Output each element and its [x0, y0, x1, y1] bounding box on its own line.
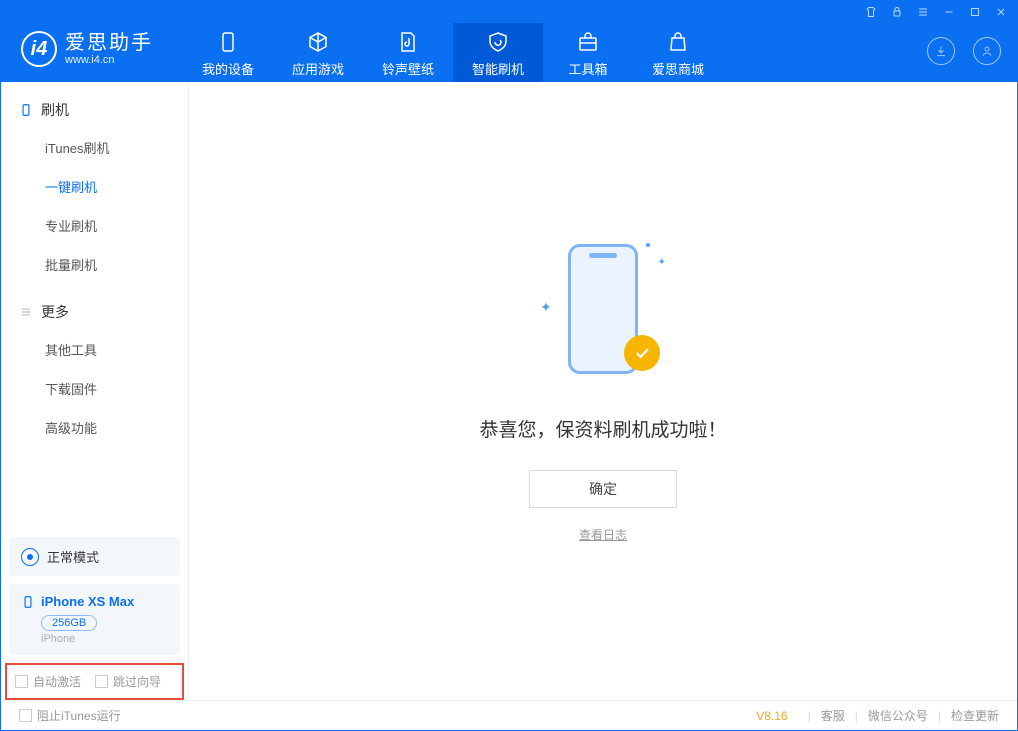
checkbox-label: 自动激活: [33, 673, 81, 690]
sidebar-item-download-firmware[interactable]: 下载固件: [1, 369, 188, 408]
checkbox-label: 阻止iTunes运行: [37, 707, 121, 724]
sidebar-title: 刷机: [41, 100, 69, 120]
maximize-icon[interactable]: [969, 6, 981, 18]
bag-icon: [633, 29, 723, 55]
list-icon: [19, 305, 33, 319]
success-message: 恭喜您，保资料刷机成功啦！: [479, 415, 726, 442]
body: 刷机 iTunes刷机 一键刷机 专业刷机 批量刷机 更多 其他工具 下载固件 …: [1, 82, 1017, 700]
view-log-link[interactable]: 查看日志: [579, 526, 627, 543]
sidebar-item-batch-flash[interactable]: 批量刷机: [1, 245, 188, 284]
titlebar: [1, 1, 1017, 23]
sidebar: 刷机 iTunes刷机 一键刷机 专业刷机 批量刷机 更多 其他工具 下载固件 …: [1, 82, 189, 700]
header-actions: [927, 23, 1001, 65]
checkbox-block-itunes[interactable]: 阻止iTunes运行: [19, 707, 121, 724]
device-name: iPhone XS Max: [41, 594, 134, 609]
tab-label: 我的设备: [183, 59, 273, 78]
close-icon[interactable]: [995, 6, 1007, 18]
sidebar-item-other-tools[interactable]: 其他工具: [1, 330, 188, 369]
shield-refresh-icon: [453, 29, 543, 55]
version-label: V8.16: [756, 709, 787, 723]
success-check-icon: [624, 335, 660, 371]
device-capacity: 256GB: [41, 615, 97, 631]
device-card[interactable]: iPhone XS Max 256GB iPhone: [9, 584, 180, 655]
menu-icon[interactable]: [917, 6, 929, 18]
logo-icon: i4: [21, 31, 57, 67]
music-file-icon: [363, 29, 453, 55]
tab-my-device[interactable]: 我的设备: [183, 23, 273, 82]
footer: 阻止iTunes运行 V8.16 | 客服 | 微信公众号 | 检查更新: [1, 700, 1017, 730]
footer-link-wechat[interactable]: 微信公众号: [868, 707, 928, 724]
checkbox-label: 跳过向导: [113, 673, 161, 690]
ok-button[interactable]: 确定: [529, 470, 677, 508]
main-content: ✦ ✦ 恭喜您，保资料刷机成功啦！ 确定 查看日志: [189, 82, 1017, 700]
sidebar-head-flash: 刷机: [1, 100, 188, 128]
device-type: iPhone: [41, 633, 168, 645]
tab-apps-games[interactable]: 应用游戏: [273, 23, 363, 82]
user-button[interactable]: [973, 37, 1001, 65]
footer-right: V8.16 | 客服 | 微信公众号 | 检查更新: [756, 707, 999, 724]
options-row-highlighted: 自动激活 跳过向导: [5, 663, 184, 700]
footer-link-update[interactable]: 检查更新: [951, 707, 999, 724]
app-url: www.i4.cn: [65, 54, 153, 66]
app-logo: i4 爱思助手 www.i4.cn: [21, 23, 153, 67]
success-illustration: ✦ ✦: [538, 239, 668, 389]
tab-smart-flash[interactable]: 智能刷机: [453, 23, 543, 82]
tab-store[interactable]: 爱思商城: [633, 23, 723, 82]
sidebar-bottom: 正常模式 iPhone XS Max 256GB iPhone 自动激活 跳过向…: [1, 529, 188, 700]
cube-icon: [273, 29, 363, 55]
sidebar-group-flash: 刷机 iTunes刷机 一键刷机 专业刷机 批量刷机: [1, 82, 188, 284]
mode-label: 正常模式: [47, 547, 99, 566]
main-tabs: 我的设备 应用游戏 铃声壁纸 智能刷机 工具箱 爱思商城: [183, 23, 723, 82]
sidebar-item-pro-flash[interactable]: 专业刷机: [1, 206, 188, 245]
sidebar-item-itunes-flash[interactable]: iTunes刷机: [1, 128, 188, 167]
sparkle-icon: ✦: [658, 257, 666, 268]
tab-label: 工具箱: [543, 59, 633, 78]
device-name-row: iPhone XS Max: [21, 594, 168, 609]
tab-toolbox[interactable]: 工具箱: [543, 23, 633, 82]
checkbox-skip-guide[interactable]: 跳过向导: [95, 673, 161, 690]
tab-label: 铃声壁纸: [363, 59, 453, 78]
shirt-icon[interactable]: [865, 6, 877, 18]
sidebar-item-advanced[interactable]: 高级功能: [1, 408, 188, 447]
tab-label: 应用游戏: [273, 59, 363, 78]
tab-label: 智能刷机: [453, 59, 543, 78]
download-button[interactable]: [927, 37, 955, 65]
phone-icon: [19, 103, 33, 117]
tab-label: 爱思商城: [633, 59, 723, 78]
sparkle-icon: ✦: [540, 299, 552, 316]
sidebar-group-more: 更多 其他工具 下载固件 高级功能: [1, 284, 188, 447]
footer-link-support[interactable]: 客服: [821, 707, 845, 724]
checkbox-auto-activate[interactable]: 自动激活: [15, 673, 81, 690]
toolbox-icon: [543, 29, 633, 55]
sidebar-item-oneclick-flash[interactable]: 一键刷机: [1, 167, 188, 206]
sidebar-title: 更多: [41, 302, 69, 322]
minimize-icon[interactable]: [943, 6, 955, 18]
lock-icon[interactable]: [891, 6, 903, 18]
device-icon: [183, 29, 273, 55]
phone-small-icon: [21, 595, 35, 609]
header: i4 爱思助手 www.i4.cn 我的设备 应用游戏 铃声壁纸 智能刷机 工具…: [1, 23, 1017, 82]
dot-icon: [646, 243, 650, 247]
tab-ringtone-wallpaper[interactable]: 铃声壁纸: [363, 23, 453, 82]
mode-icon: [21, 548, 39, 566]
mode-card[interactable]: 正常模式: [9, 537, 180, 576]
app-name: 爱思助手: [65, 32, 153, 54]
sidebar-head-more: 更多: [1, 302, 188, 330]
